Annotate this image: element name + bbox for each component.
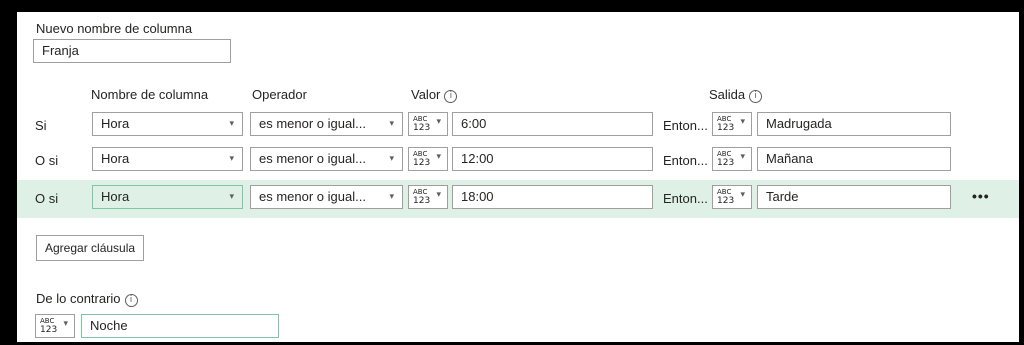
then-label: Enton...: [663, 118, 708, 133]
output-input[interactable]: Tarde: [757, 185, 951, 209]
chevron-down-icon: ▾: [229, 119, 234, 129]
else-info-icon[interactable]: i: [124, 294, 138, 307]
else-type-dropdown[interactable]: ABC 123 ▾: [35, 314, 75, 338]
then-label: Enton...: [663, 191, 708, 206]
conditional-column-panel: Nuevo nombre de columna Franja Nombre de…: [17, 12, 1019, 342]
new-column-label: Nuevo nombre de columna: [36, 21, 193, 36]
chevron-down-icon: ▾: [229, 154, 234, 164]
value-type-dropdown[interactable]: ABC 123 ▾: [408, 147, 448, 171]
operator-dropdown[interactable]: es menor o igual... ▾: [250, 185, 403, 209]
value-header: Valor i: [411, 87, 458, 103]
row-prefix: Si: [35, 118, 47, 133]
output-input[interactable]: Mañana: [757, 147, 951, 171]
column-name-header: Nombre de columna: [91, 87, 209, 102]
more-options-icon[interactable]: •••: [972, 188, 990, 204]
chevron-down-icon: ▾: [63, 319, 68, 329]
value-input[interactable]: 12:00: [452, 147, 653, 171]
chevron-down-icon: ▾: [436, 152, 441, 162]
output-info-icon[interactable]: i: [749, 90, 763, 103]
row-prefix: O si: [35, 153, 59, 168]
else-output-input[interactable]: Noche: [81, 314, 279, 338]
value-input[interactable]: 18:00: [452, 185, 653, 209]
chevron-down-icon: ▾: [740, 152, 745, 162]
operator-header: Operador: [252, 87, 307, 102]
new-column-name-input[interactable]: Franja: [33, 39, 231, 63]
else-header: De lo contrario i: [36, 291, 138, 307]
chevron-down-icon: ▾: [229, 192, 234, 202]
output-type-dropdown[interactable]: ABC 123 ▾: [712, 112, 752, 136]
row-prefix: O si: [35, 191, 59, 206]
output-type-dropdown[interactable]: ABC 123 ▾: [712, 147, 752, 171]
column-dropdown[interactable]: Hora ▾: [92, 147, 243, 171]
operator-dropdown[interactable]: es menor o igual... ▾: [250, 147, 403, 171]
value-type-dropdown[interactable]: ABC 123 ▾: [408, 185, 448, 209]
chevron-down-icon: ▾: [389, 119, 394, 129]
chevron-down-icon: ▾: [389, 192, 394, 202]
add-clause-button[interactable]: Agregar cláusula: [36, 235, 145, 261]
value-input[interactable]: 6:00: [452, 112, 653, 136]
column-dropdown[interactable]: Hora ▾: [92, 185, 243, 209]
then-label: Enton...: [663, 153, 708, 168]
output-type-dropdown[interactable]: ABC 123 ▾: [712, 185, 752, 209]
chevron-down-icon: ▾: [436, 190, 441, 200]
chevron-down-icon: ▾: [740, 117, 745, 127]
chevron-down-icon: ▾: [740, 190, 745, 200]
chevron-down-icon: ▾: [389, 154, 394, 164]
value-type-dropdown[interactable]: ABC 123 ▾: [408, 112, 448, 136]
column-dropdown[interactable]: Hora ▾: [92, 112, 243, 136]
operator-dropdown[interactable]: es menor o igual... ▾: [250, 112, 403, 136]
chevron-down-icon: ▾: [436, 117, 441, 127]
output-header: Salida i: [709, 87, 763, 103]
value-info-icon[interactable]: i: [444, 90, 458, 103]
output-input[interactable]: Madrugada: [757, 112, 951, 136]
